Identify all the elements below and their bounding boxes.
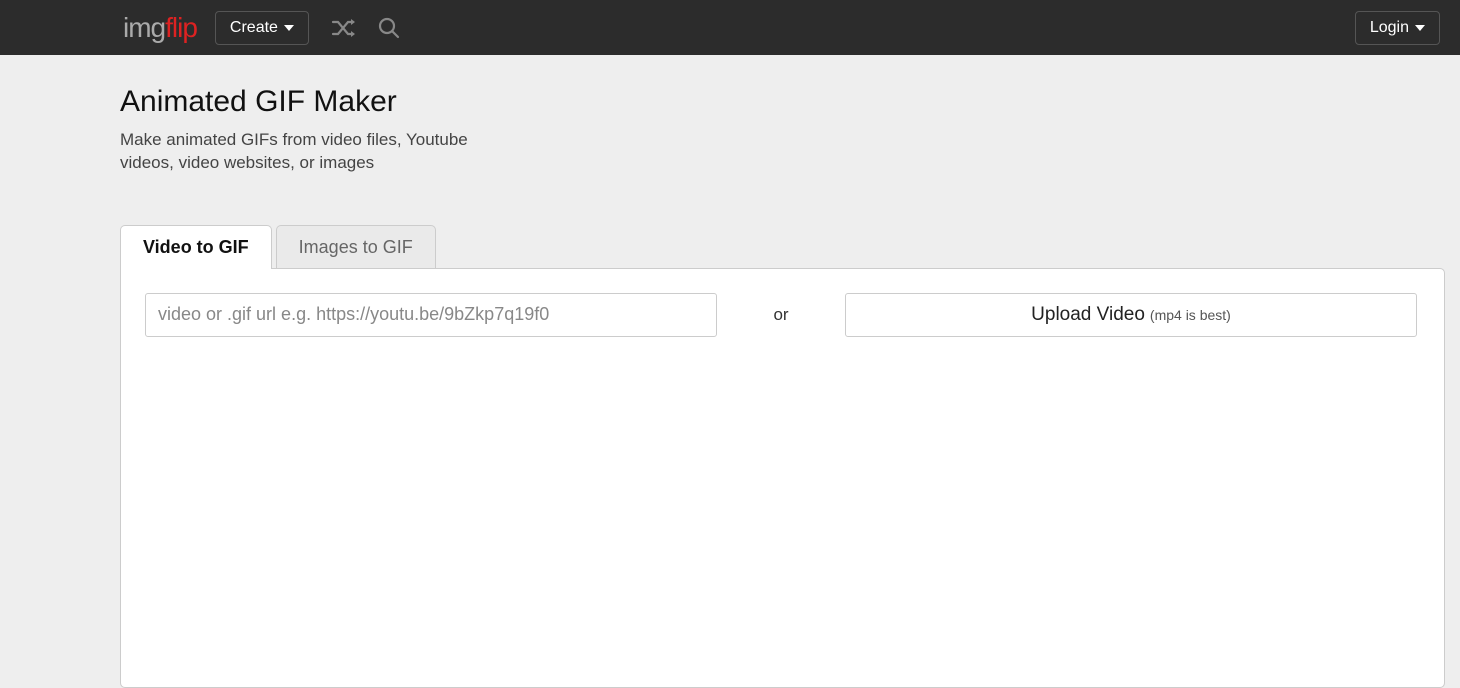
- logo[interactable]: imgflip: [123, 12, 197, 44]
- or-text: or: [717, 305, 845, 325]
- chevron-down-icon: [284, 25, 294, 31]
- login-label: Login: [1370, 19, 1409, 37]
- login-button[interactable]: Login: [1355, 11, 1440, 45]
- upload-label: Upload Video: [1031, 304, 1145, 326]
- tab-video-to-gif[interactable]: Video to GIF: [120, 225, 272, 269]
- input-row: or Upload Video (mp4 is best): [145, 293, 1420, 337]
- page-subtitle: Make animated GIFs from video files, You…: [120, 129, 490, 175]
- search-icon[interactable]: [377, 16, 401, 40]
- page-title: Animated GIF Maker: [120, 85, 1445, 119]
- create-button[interactable]: Create: [215, 11, 309, 45]
- create-label: Create: [230, 19, 278, 37]
- panel: or Upload Video (mp4 is best): [120, 268, 1445, 688]
- shuffle-icon[interactable]: [331, 17, 359, 39]
- video-url-input[interactable]: [145, 293, 717, 337]
- header: imgflip Create Login: [0, 0, 1460, 55]
- content: Animated GIF Maker Make animated GIFs fr…: [120, 55, 1445, 688]
- upload-video-button[interactable]: Upload Video (mp4 is best): [845, 293, 1417, 337]
- tabs: Video to GIF Images to GIF: [120, 225, 1445, 269]
- chevron-down-icon: [1415, 25, 1425, 31]
- logo-img-text: img: [123, 12, 165, 43]
- header-right: Login: [1355, 11, 1440, 45]
- tab-images-to-gif[interactable]: Images to GIF: [276, 225, 436, 269]
- header-left: imgflip Create: [20, 11, 401, 45]
- upload-hint: (mp4 is best): [1150, 307, 1231, 323]
- logo-flip-text: flip: [165, 12, 197, 43]
